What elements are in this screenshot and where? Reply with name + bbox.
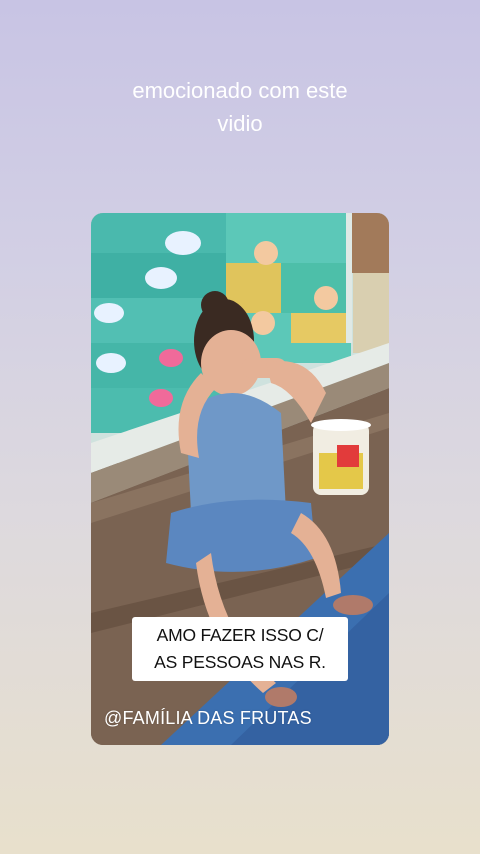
sticker-line-2: AS PESSOAS NAS R. (154, 652, 326, 672)
caption-line-2: vidio (217, 111, 263, 136)
caption-line-1: emocionado com este (132, 78, 348, 103)
sticker-line-1: AMO FAZER ISSO C/ (156, 625, 324, 645)
story-screen: { "story": { "caption_line1": "emocionad… (0, 0, 480, 854)
account-handle: @FAMÍLIA DAS FRUTAS (104, 708, 312, 728)
story-caption: emocionado com este vidio (0, 74, 480, 140)
text-sticker: AMO FAZER ISSO C/ AS PESSOAS NAS R. (132, 617, 348, 681)
